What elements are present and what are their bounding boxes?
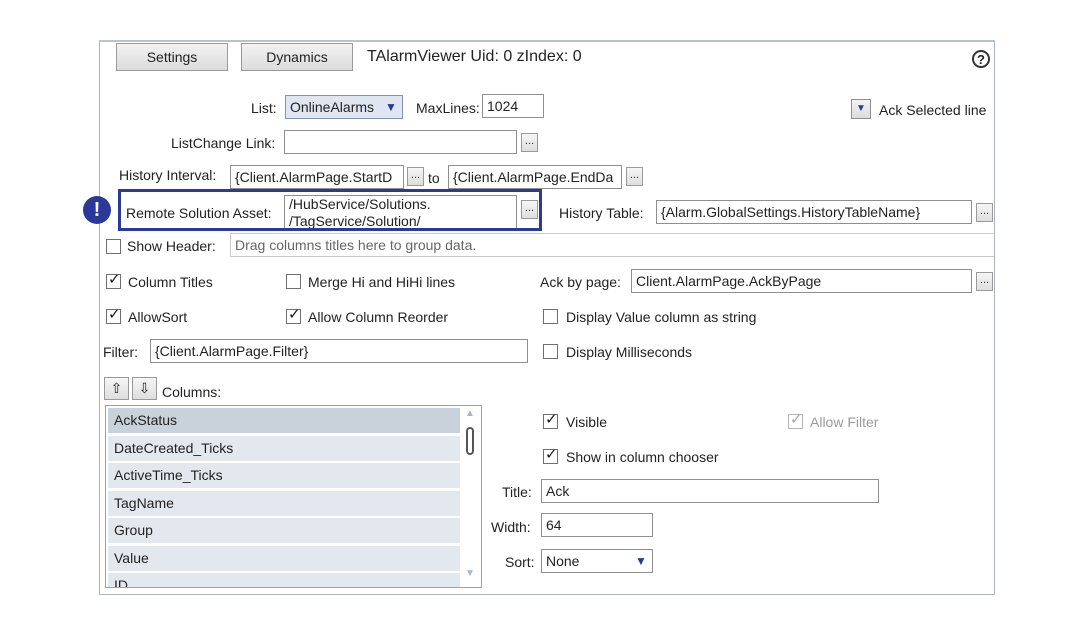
sort-select[interactable]: None ▼ [541,549,653,573]
allow-reorder-label: Allow Column Reorder [308,309,449,325]
allow-filter-checkbox[interactable]: ✓ [788,411,803,429]
sort-label: Sort: [505,554,535,570]
history-end-browse-button[interactable]: ... [626,167,643,186]
alarm-viewer-settings-panel: Settings Dynamics TAlarmViewer Uid: 0 zI… [99,40,995,595]
history-to-label: to [428,170,440,186]
columns-scrollbar[interactable]: ▲ ▼ [462,408,479,585]
ack-selected-label: Ack Selected line [879,102,987,118]
merge-hi-checkbox[interactable] [286,274,301,289]
list-select-value: OnlineAlarms [290,99,375,115]
merge-hi-label: Merge Hi and HiHi lines [308,274,456,290]
check-icon: ✓ [790,411,803,428]
list-item[interactable]: Value [108,546,460,571]
history-table-label: History Table: [559,205,644,221]
display-value-string-label: Display Value column as string [566,309,757,325]
show-header-label: Show Header: [127,238,216,254]
ack-dropdown-icon[interactable]: ▼ [851,99,871,119]
maxlines-label: MaxLines: [416,100,480,116]
list-item[interactable]: ID [108,573,460,587]
listchange-label: ListChange Link: [171,135,276,151]
list-item[interactable]: ActiveTime_Ticks [108,463,460,488]
ack-by-page-input[interactable]: Client.AlarmPage.AckByPage [631,269,972,293]
check-icon: ✓ [545,446,558,463]
list-item[interactable]: TagName [108,491,460,516]
scroll-up-icon[interactable]: ▲ [465,408,475,419]
chevron-down-icon: ▼ [635,554,647,568]
list-item[interactable]: DateCreated_Ticks [108,436,460,461]
check-icon: ✓ [545,411,558,428]
tab-dynamics[interactable]: Dynamics [241,43,353,71]
move-up-button[interactable]: ⇧ [104,377,129,400]
history-table-browse-button[interactable]: ... [976,203,993,222]
history-table-input[interactable]: {Alarm.GlobalSettings.HistoryTableName} [656,200,972,224]
visible-checkbox[interactable]: ✓ [543,411,558,429]
allow-filter-label: Allow Filter [810,414,879,430]
columns-list[interactable]: AckStatus DateCreated_Ticks ActiveTime_T… [105,405,482,588]
allow-sort-label: AllowSort [128,309,188,325]
list-label: List: [251,100,277,116]
show-in-chooser-label: Show in column chooser [566,449,719,465]
check-icon: ✓ [108,271,121,288]
visible-label: Visible [566,414,607,430]
history-start-browse-button[interactable]: ... [407,167,424,186]
display-ms-label: Display Milliseconds [566,344,693,360]
filter-input[interactable]: {Client.AlarmPage.Filter} [150,339,528,363]
show-header-checkbox[interactable] [106,239,121,254]
maxlines-input[interactable]: 1024 [482,94,544,118]
history-start-input[interactable]: {Client.AlarmPage.StartD [230,165,404,189]
ack-by-page-browse-button[interactable]: ... [976,272,993,291]
scroll-down-icon[interactable]: ▼ [465,568,475,579]
title-input[interactable]: Ack [541,479,879,503]
list-item[interactable]: AckStatus [108,408,460,433]
scroll-thumb[interactable] [466,427,474,455]
display-value-string-checkbox[interactable] [543,309,558,324]
list-select[interactable]: OnlineAlarms ▼ [285,95,403,119]
history-interval-label: History Interval: [119,167,217,183]
arrow-up-icon: ⇧ [110,380,123,396]
width-label: Width: [491,519,531,535]
show-in-chooser-checkbox[interactable]: ✓ [543,446,558,464]
column-titles-label: Column Titles [128,274,213,290]
exclamation-icon: ! [83,196,111,224]
check-icon: ✓ [108,306,121,323]
check-icon: ✓ [288,306,301,323]
history-end-input[interactable]: {Client.AlarmPage.EndDa [448,165,622,189]
ack-by-page-label: Ack by page: [540,274,621,290]
tab-settings[interactable]: Settings [116,43,228,71]
group-drop-area[interactable]: Drag columns titles here to group data. [230,233,994,257]
listchange-browse-button[interactable]: ... [521,133,538,152]
display-ms-checkbox[interactable] [543,344,558,359]
listchange-input[interactable] [284,130,517,154]
move-down-button[interactable]: ⇩ [132,377,157,400]
list-item[interactable]: Group [108,518,460,543]
sort-select-value: None [546,553,580,569]
allow-sort-checkbox[interactable]: ✓ [106,306,121,324]
title-label: Title: [502,484,532,500]
width-input[interactable]: 64 [541,513,653,537]
columns-label: Columns: [162,384,222,400]
arrow-down-icon: ⇩ [138,380,151,396]
chevron-down-icon: ▼ [385,100,397,114]
allow-reorder-checkbox[interactable]: ✓ [286,306,301,324]
remote-solution-highlight [118,189,542,231]
object-title: TAlarmViewer Uid: 0 zIndex: 0 [367,48,582,65]
help-icon[interactable]: ? [972,50,990,68]
filter-label: Filter: [103,344,138,360]
column-titles-checkbox[interactable]: ✓ [106,271,121,289]
